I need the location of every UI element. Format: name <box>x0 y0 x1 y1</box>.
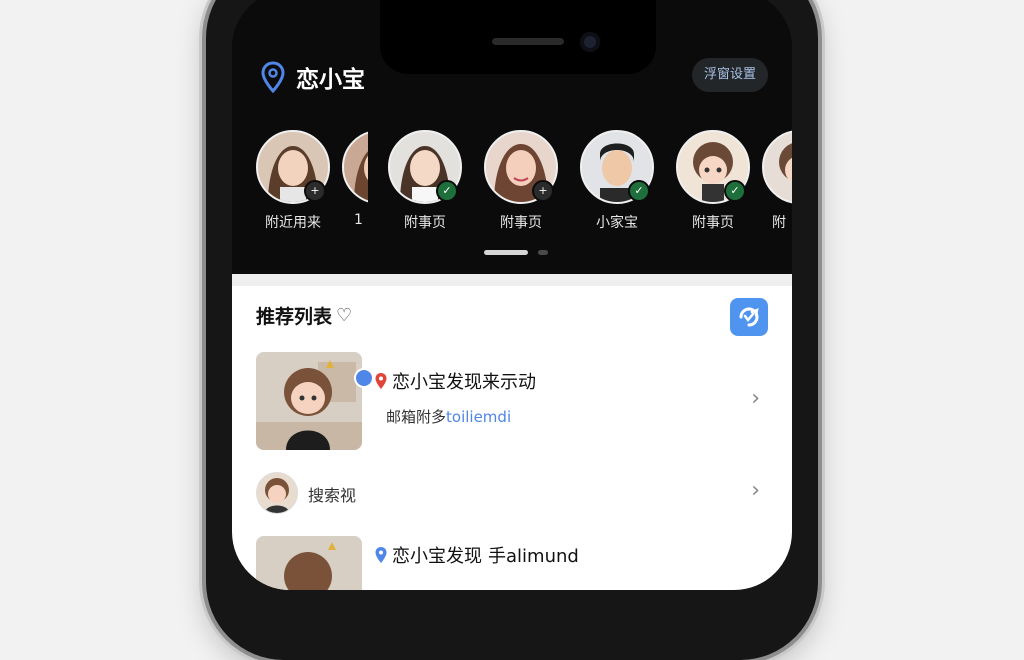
location-pin-icon <box>261 61 285 93</box>
location-title[interactable]: 恋小宝 <box>260 60 365 94</box>
story-name: 附近用来 <box>265 215 321 231</box>
power-button <box>818 220 823 312</box>
item-title-text: 恋小宝发现来示动 <box>392 372 536 393</box>
story-name: 附 <box>772 215 786 231</box>
story-item[interactable]: 1 <box>342 130 368 228</box>
list-item[interactable]: 恋小宝发现 手alimund <box>256 536 766 590</box>
online-badge-icon <box>354 368 374 388</box>
chevron-right-icon[interactable]: › <box>751 386 760 411</box>
story-name: 附事页 <box>404 215 446 231</box>
story-name: 1 <box>354 212 363 228</box>
avatar <box>762 130 792 204</box>
story-item[interactable]: ✓ 小家宝 <box>580 130 654 232</box>
phone-screen: 恋小宝 浮窗设置 + 附近用来 1 ✓ 附事页 + 附事页 ✓ 小家宝 ✓ 附事… <box>232 0 792 590</box>
item-subtitle: 邮箱附多toiliemdi <box>386 406 511 427</box>
add-badge-icon: + <box>532 180 554 202</box>
story-name: 小家宝 <box>596 215 638 231</box>
heart-icon[interactable]: ♡ <box>336 305 352 326</box>
avatar <box>342 130 368 204</box>
story-item[interactable]: + 附近用来 <box>256 130 330 232</box>
chevron-right-icon[interactable]: › <box>751 478 760 503</box>
notch <box>380 0 656 74</box>
front-camera <box>580 32 600 52</box>
item-subtitle-text: 邮箱附多 <box>386 408 447 426</box>
item-title: 恋小宝发现来示动 <box>374 368 536 394</box>
story-name: 附事页 <box>692 215 734 231</box>
item-thumbnail <box>256 352 362 450</box>
location-pin-icon <box>375 547 387 563</box>
section-header: 推荐列表 ♡ <box>256 302 352 329</box>
add-badge-icon: + <box>304 180 326 202</box>
recommendation-panel: 推荐列表 ♡ 恋小宝发现来示动 邮箱附多toiliemdi › 搜索视 › 恋小… <box>232 274 792 590</box>
page-indicator-active <box>484 250 528 255</box>
speaker-grille <box>492 38 564 45</box>
stories-carousel[interactable]: + 附近用来 1 ✓ 附事页 + 附事页 ✓ 小家宝 ✓ 附事页 附 <box>232 130 792 240</box>
item-title-text: 恋小宝发现 <box>392 546 482 567</box>
list-item[interactable]: 恋小宝发现来示动 邮箱附多toiliemdi › <box>256 352 766 452</box>
check-badge-icon: ✓ <box>628 180 650 202</box>
item-thumbnail <box>256 536 362 590</box>
section-title: 推荐列表 <box>256 306 333 328</box>
check-badge-icon: ✓ <box>724 180 746 202</box>
story-item[interactable]: ✓ 附事页 <box>388 130 462 232</box>
story-item[interactable]: + 附事页 <box>484 130 558 232</box>
item-subtitle-accent: toiliemdi <box>446 408 512 426</box>
refresh-icon <box>739 307 759 327</box>
check-badge-icon: ✓ <box>436 180 458 202</box>
list-item[interactable]: 搜索视 › <box>256 472 766 516</box>
floating-window-settings-button[interactable]: 浮窗设置 <box>691 58 768 92</box>
story-item[interactable]: 附 <box>762 130 792 232</box>
item-title: 恋小宝发现 手alimund <box>374 542 579 568</box>
app-title: 恋小宝 <box>296 67 365 93</box>
panel-top-strip <box>232 274 792 286</box>
avatar <box>256 472 298 514</box>
item-title-suffix: 手alimund <box>488 546 579 567</box>
story-item[interactable]: ✓ 附事页 <box>676 130 750 232</box>
page-indicator-inactive <box>538 250 548 255</box>
location-pin-icon <box>375 373 387 389</box>
refresh-button[interactable] <box>730 298 768 336</box>
item-title: 搜索视 <box>308 486 357 505</box>
story-name: 附事页 <box>500 215 542 231</box>
